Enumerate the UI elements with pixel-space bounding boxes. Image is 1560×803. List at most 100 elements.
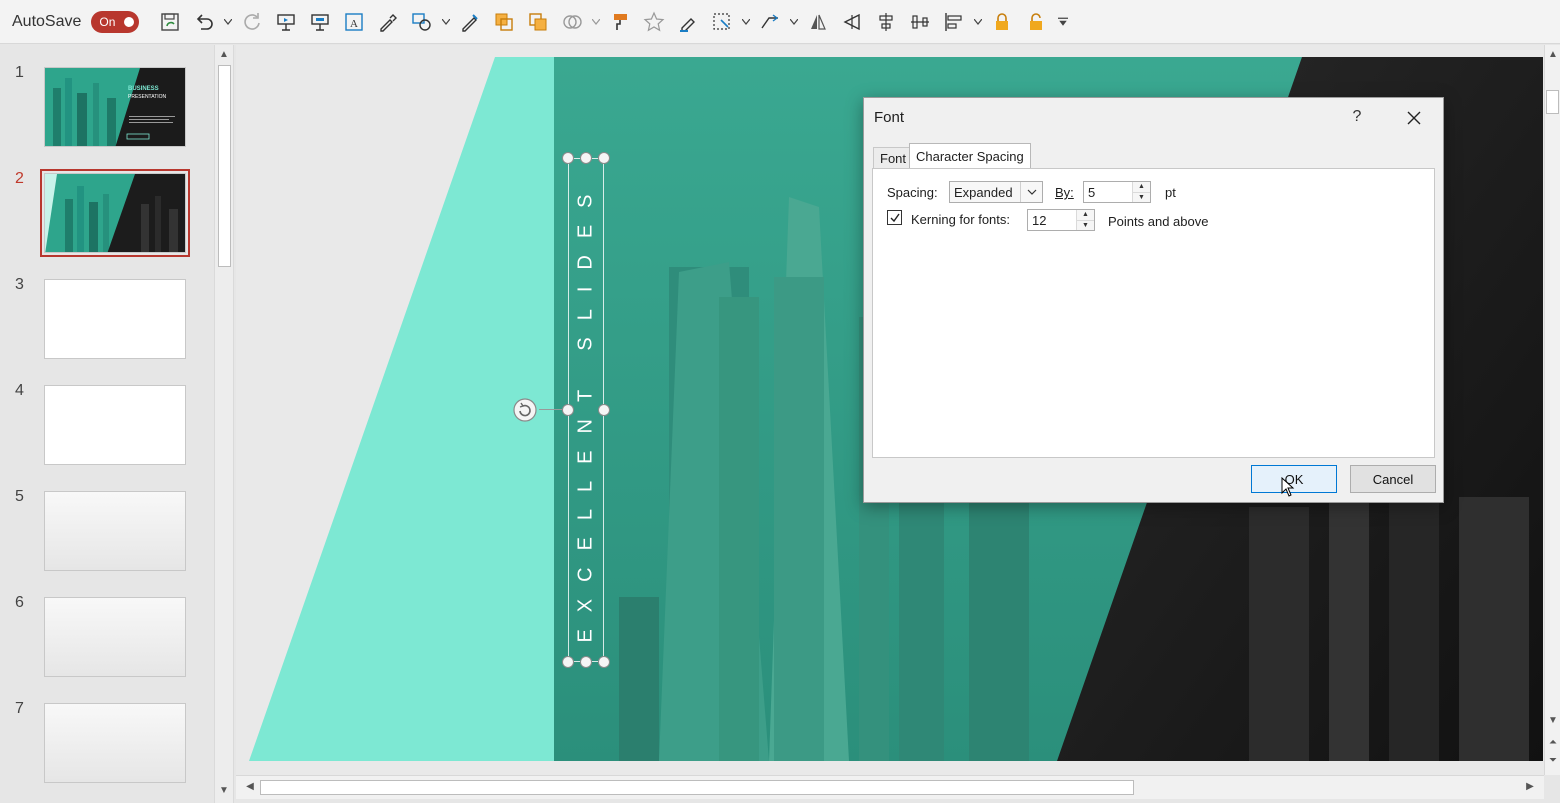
pen-icon[interactable] [455,7,485,37]
close-icon[interactable] [1402,108,1426,128]
slide-thumbnail-2[interactable] [40,169,190,257]
points-and-above-label: Points and above [1108,214,1209,229]
tab-character-spacing[interactable]: Character Spacing [909,143,1031,169]
thumbnail-scroll-thumb[interactable] [218,65,231,267]
resize-handle-right[interactable] [598,404,610,416]
scroll-up-arrow-icon[interactable]: ▲ [216,49,232,60]
format-painter-icon[interactable] [605,7,635,37]
chevron-down-icon[interactable] [1020,182,1042,202]
scroll-left-icon[interactable]: ◀ [242,781,258,792]
slide-2-preview-graphic [45,174,185,252]
resize-handle-bottom-left[interactable] [562,656,574,668]
mouse-cursor-icon [1281,476,1295,502]
redo-icon[interactable] [237,7,267,37]
align-icon[interactable] [939,7,969,37]
align-center-icon[interactable] [871,7,901,37]
bring-forward-icon[interactable] [489,7,519,37]
merge-shapes-icon[interactable] [557,7,587,37]
resize-handle-top-right[interactable] [598,152,610,164]
quick-access-toolbar: AutoSave On A [0,0,1560,44]
tab-font-label: Font [880,151,907,166]
resize-handle-top[interactable] [580,152,592,164]
slide-number-6: 6 [15,594,24,611]
rotate-icon[interactable] [755,7,785,37]
rotate-dropdown-icon[interactable] [789,7,799,37]
by-spin-buttons[interactable]: ▲ ▼ [1132,182,1150,202]
slide-thumbnail-panel: 1 BUSINESS PRESENTATION 2 3 4 5 6 7 [0,45,214,803]
slide-thumbnail-6[interactable] [44,597,186,677]
flip-horizontal-icon[interactable] [837,7,867,37]
thumbnail-scrollbar[interactable]: ▲ ▼ [214,45,234,803]
slide-vertical-scrollbar[interactable]: ▲ ▼ ⏶ ⏷ [1544,45,1560,775]
align-dropdown-icon[interactable] [973,7,983,37]
slide-number-7: 7 [15,700,24,717]
undo-dropdown-icon[interactable] [223,7,233,37]
text-box-icon[interactable]: A [339,7,369,37]
font-dialog: Font ? Font Character Spacing Spacing: E… [863,97,1444,503]
vertical-text[interactable]: EXCELLENT SLIDES [575,158,598,662]
slide-thumbnail-1[interactable]: BUSINESS PRESENTATION [44,67,186,147]
horizontal-scroll-thumb[interactable] [260,780,1134,795]
merge-dropdown-icon[interactable] [591,7,601,37]
select-dropdown-icon[interactable] [741,7,751,37]
cancel-button[interactable]: Cancel [1350,465,1436,493]
present-from-start-icon[interactable] [271,7,301,37]
save-sync-icon[interactable] [155,7,185,37]
spacing-label: Spacing: [887,185,938,200]
spin-up-icon[interactable]: ▲ [1133,182,1150,192]
spin-up-icon[interactable]: ▲ [1077,210,1094,220]
rotate-handle-icon[interactable] [511,396,539,424]
spacing-value: Expanded [954,184,1013,200]
shapes-icon[interactable] [407,7,437,37]
select-icon[interactable] [707,7,737,37]
kerning-spinner[interactable]: 12 ▲ ▼ [1027,209,1095,231]
flip-icon[interactable] [803,7,833,37]
resize-handle-left[interactable] [562,404,574,416]
next-slide-icon[interactable]: ⏷ [1545,755,1560,766]
spacing-dropdown[interactable]: Expanded [949,181,1043,203]
star-icon[interactable] [639,7,669,37]
distribute-icon[interactable] [905,7,935,37]
toggle-knob [124,16,135,27]
help-button[interactable]: ? [1348,108,1366,126]
present-current-icon[interactable] [305,7,335,37]
scroll-down-arrow-icon[interactable]: ▼ [216,785,232,796]
spin-down-icon[interactable]: ▼ [1077,219,1094,230]
thumb1-subtitle: PRESENTATION [128,94,167,100]
kerning-checkbox[interactable] [887,210,902,225]
slide-thumbnail-7[interactable] [44,703,186,783]
previous-slide-icon[interactable]: ⏶ [1545,737,1560,748]
eyedropper-icon[interactable] [373,7,403,37]
toolbar-icons: A [155,7,1075,37]
resize-handle-bottom-right[interactable] [598,656,610,668]
slide-1-preview-graphic [45,68,185,146]
slide-number-1: 1 [15,64,24,81]
rotate-handle-connector [539,409,562,410]
undo-icon[interactable] [189,7,219,37]
canvas-scroll-up-icon[interactable]: ▲ [1545,49,1560,60]
spin-down-icon[interactable]: ▼ [1133,191,1150,202]
autosave-toggle[interactable]: On [91,10,140,33]
slide-thumbnail-3[interactable] [44,279,186,359]
slide-horizontal-scrollbar[interactable]: ◀ ▶ [236,775,1544,799]
canvas-scroll-down-icon[interactable]: ▼ [1545,715,1560,726]
unlock-icon[interactable] [1021,7,1051,37]
lock-icon[interactable] [987,7,1017,37]
resize-handle-top-left[interactable] [562,152,574,164]
resize-handle-bottom[interactable] [580,656,592,668]
scroll-right-icon[interactable]: ▶ [1522,781,1538,792]
by-spinner[interactable]: 5 ▲ ▼ [1083,181,1151,203]
by-label: By: [1055,185,1074,200]
tab-font[interactable]: Font [873,147,914,169]
autosave-label: AutoSave [12,12,82,30]
canvas-scroll-thumb[interactable] [1546,90,1559,114]
slide-thumbnail-5[interactable] [44,491,186,571]
slide-thumbnail-4[interactable] [44,385,186,465]
send-backward-icon[interactable] [523,7,553,37]
customize-toolbar-icon[interactable] [1055,7,1071,37]
kerning-spin-buttons[interactable]: ▲ ▼ [1076,210,1094,230]
slide-number-3: 3 [15,276,24,293]
highlighter-icon[interactable] [673,7,703,37]
shapes-dropdown-icon[interactable] [441,7,451,37]
slide-number-2: 2 [15,170,24,187]
